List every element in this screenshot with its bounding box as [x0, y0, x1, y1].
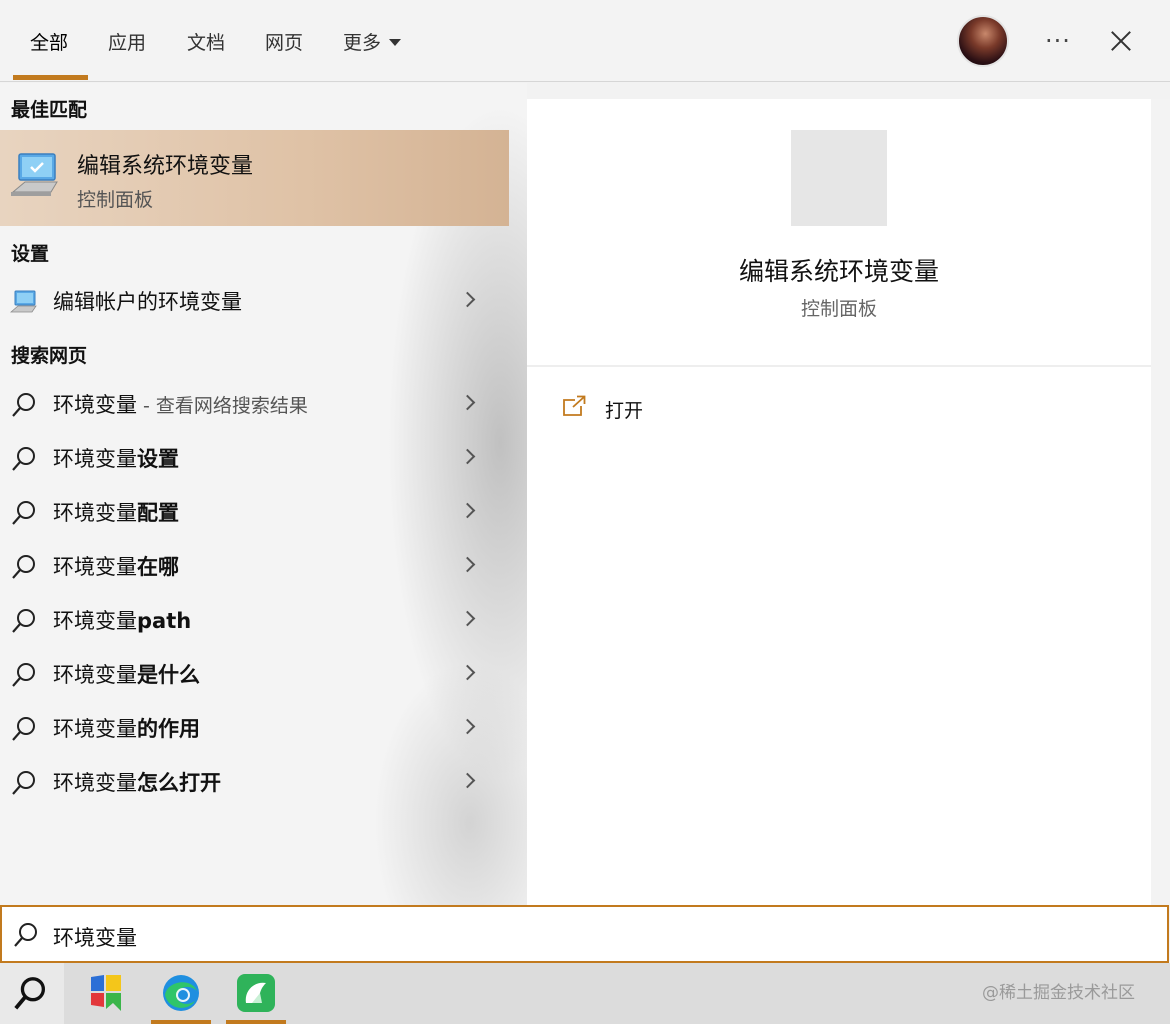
taskbar-app-edge[interactable] — [151, 963, 211, 1024]
web-suggestion-label: 环境变量的作用 — [53, 717, 200, 741]
tab-more[interactable]: 更多 — [343, 28, 402, 58]
web-suggestion-hint: - 查看网络搜索结果 — [137, 395, 308, 417]
chevron-right-icon[interactable] — [459, 394, 476, 411]
chevron-right-icon[interactable] — [459, 556, 476, 573]
web-suggestion-label: 环境变量是什么 — [53, 663, 200, 687]
tab-web[interactable]: 网页 — [265, 28, 303, 58]
more-icon[interactable]: ··· — [1038, 24, 1078, 58]
settings-item-label: 编辑帐户的环境变量 — [53, 290, 242, 314]
search-icon — [12, 447, 35, 471]
tab-documents[interactable]: 文档 — [187, 28, 225, 58]
chevron-right-icon[interactable] — [459, 291, 476, 308]
chevron-right-icon[interactable] — [459, 610, 476, 627]
chevron-right-icon[interactable] — [459, 448, 476, 465]
active-indicator — [151, 1020, 211, 1024]
open-button[interactable]: 打开 — [561, 394, 761, 424]
chevron-right-icon[interactable] — [459, 718, 476, 735]
web-suggestion-item[interactable]: 环境变量的作用 — [0, 703, 509, 753]
avatar[interactable] — [957, 15, 1009, 67]
search-icon — [12, 771, 35, 795]
web-suggestion-label: 环境变量在哪 — [53, 555, 179, 579]
watermark: @稀土掘金技术社区 — [982, 983, 1135, 1003]
top-tab-bar: 全部 应用 文档 网页 更多 ··· — [0, 0, 1170, 82]
search-icon — [12, 501, 35, 525]
preview-app-icon — [791, 130, 887, 226]
best-match-subtitle: 控制面板 — [77, 189, 154, 211]
search-icon — [12, 555, 35, 579]
search-icon — [12, 393, 35, 417]
green-app-icon — [237, 974, 275, 1012]
search-input[interactable]: 环境变量 — [53, 922, 953, 952]
close-icon[interactable] — [1102, 22, 1140, 60]
system-properties-icon — [11, 153, 58, 196]
chevron-down-icon — [389, 39, 402, 46]
chevron-right-icon[interactable] — [459, 772, 476, 789]
search-box[interactable]: 环境变量 — [0, 905, 1169, 963]
web-suggestion-item[interactable]: 环境变量设置 — [0, 433, 509, 483]
taskbar-app-green[interactable] — [226, 963, 286, 1024]
open-label: 打开 — [605, 400, 644, 422]
tab-more-label: 更多 — [343, 32, 382, 54]
chevron-right-icon[interactable] — [459, 502, 476, 519]
search-icon — [14, 977, 46, 1010]
results-pane: 最佳匹配 编辑系统环境变量 控制面板 设置 编辑帐户的环境变量 搜索网页 环境变… — [0, 83, 527, 905]
open-external-icon — [563, 395, 586, 416]
web-suggestion-label: 环境变量配置 — [53, 501, 179, 525]
windows-app-icon — [91, 975, 121, 1011]
section-web-search: 搜索网页 — [11, 345, 88, 367]
divider — [527, 365, 1151, 367]
web-suggestion-item[interactable]: 环境变量 - 查看网络搜索结果 — [0, 379, 509, 429]
preview-subtitle: 控制面板 — [800, 298, 877, 320]
web-suggestion-item[interactable]: 环境变量怎么打开 — [0, 757, 509, 807]
search-window: 全部 应用 文档 网页 更多 ··· 最佳匹配 编辑系统环境变量 控制面板 设置 — [0, 0, 1170, 1024]
preview-pane: 编辑系统环境变量 控制面板 打开 — [527, 99, 1151, 905]
active-tab-indicator — [13, 75, 88, 80]
taskbar: @稀土掘金技术社区 — [0, 963, 1170, 1024]
system-properties-icon — [10, 290, 37, 313]
web-suggestion-item[interactable]: 环境变量在哪 — [0, 541, 509, 591]
taskbar-search-button[interactable] — [0, 963, 64, 1024]
best-match-item[interactable]: 编辑系统环境变量 控制面板 — [0, 130, 509, 226]
section-settings: 设置 — [11, 243, 50, 265]
chevron-right-icon[interactable] — [459, 664, 476, 681]
web-suggestion-label: 环境变量设置 — [53, 447, 179, 471]
web-suggestion-item[interactable]: 环境变量配置 — [0, 487, 509, 537]
search-icon — [12, 609, 35, 633]
scroll-gutter — [1151, 99, 1170, 905]
tab-all[interactable]: 全部 — [30, 28, 68, 58]
best-match-title: 编辑系统环境变量 — [77, 154, 254, 179]
web-suggestion-item[interactable]: 环境变量path — [0, 595, 509, 645]
search-icon — [12, 717, 35, 741]
web-suggestion-label: 环境变量怎么打开 — [53, 771, 221, 795]
edge-icon — [163, 975, 199, 1011]
web-suggestion-item[interactable]: 环境变量是什么 — [0, 649, 509, 699]
web-suggestion-label: 环境变量path — [53, 609, 192, 633]
active-indicator — [226, 1020, 286, 1024]
preview-title: 编辑系统环境变量 — [738, 257, 939, 286]
tab-apps[interactable]: 应用 — [108, 28, 146, 58]
settings-item-account-env[interactable]: 编辑帐户的环境变量 — [0, 276, 509, 326]
web-suggestion-label: 环境变量 - 查看网络搜索结果 — [53, 393, 308, 417]
search-icon — [14, 923, 37, 947]
section-best-match: 最佳匹配 — [11, 99, 88, 121]
taskbar-app-tiles[interactable] — [76, 963, 136, 1024]
search-icon — [12, 663, 35, 687]
